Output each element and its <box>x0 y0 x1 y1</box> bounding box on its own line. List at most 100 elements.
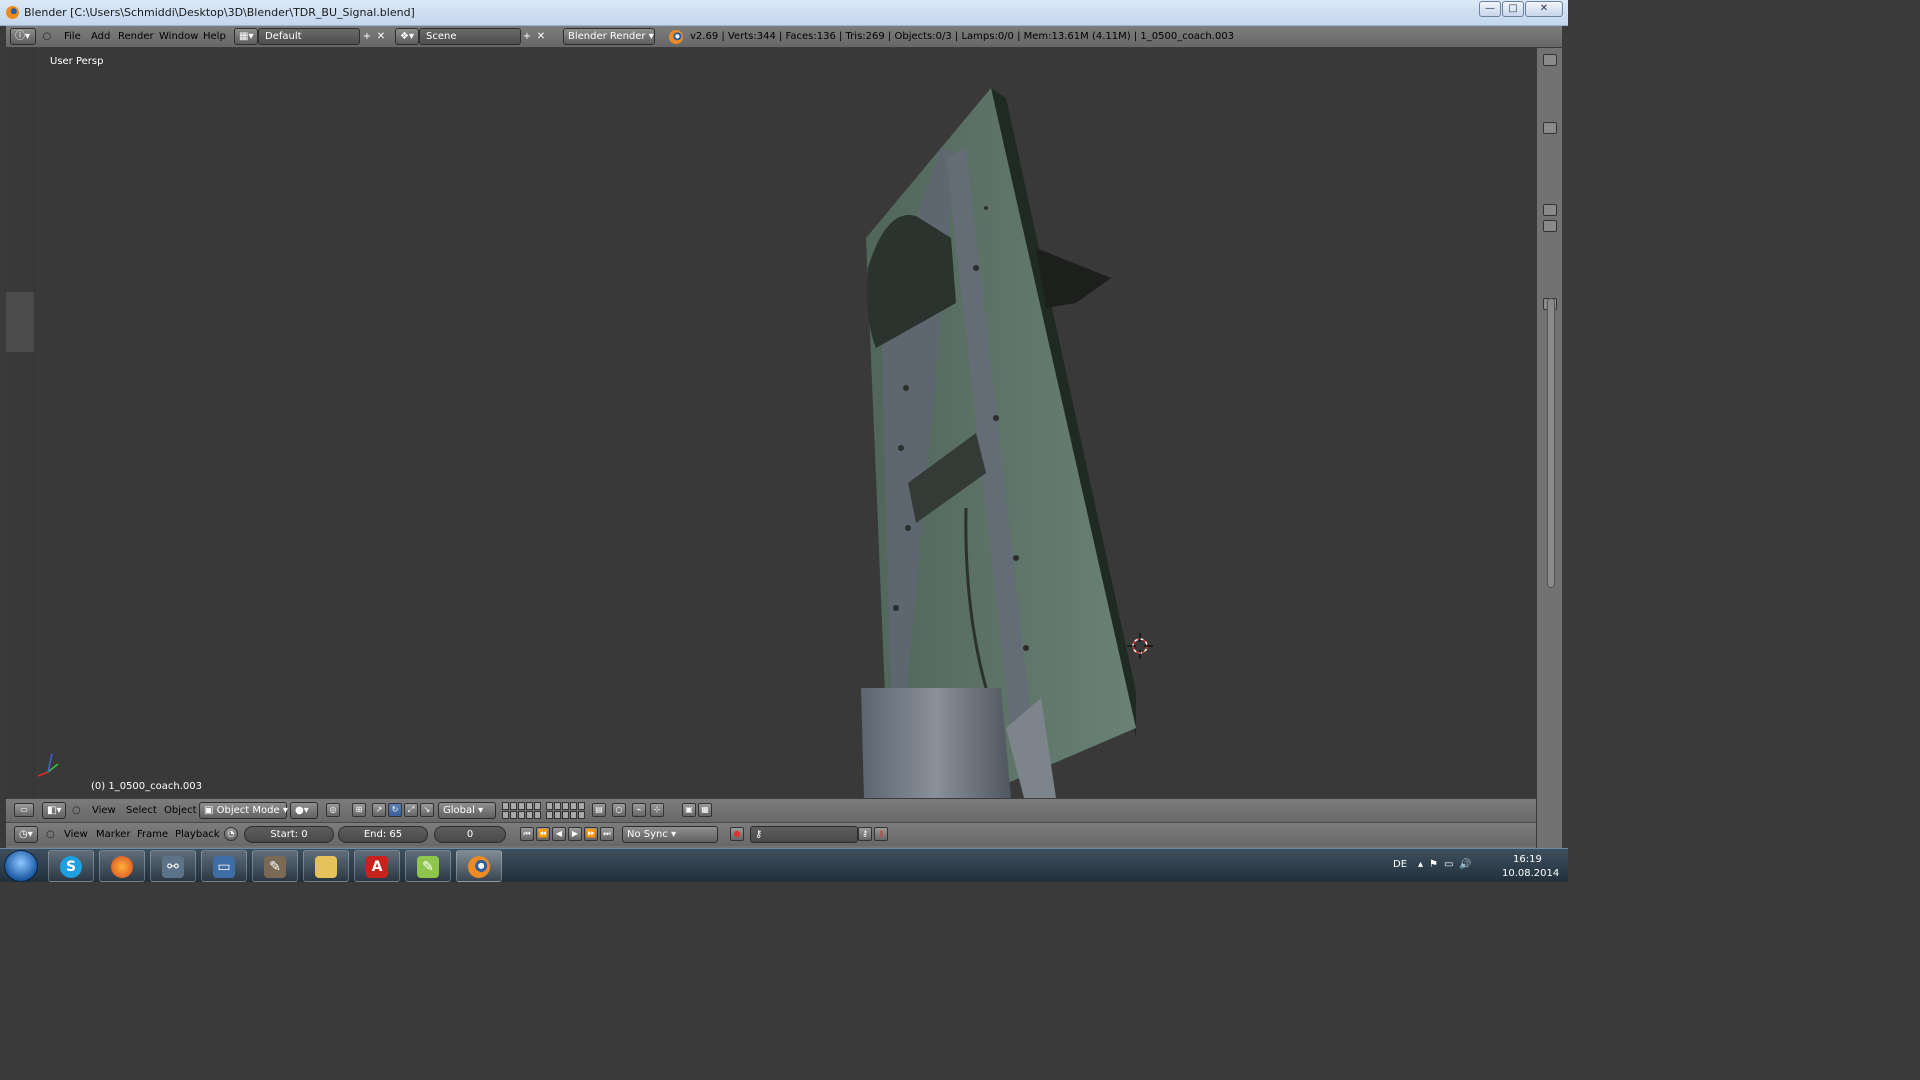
3d-cursor-icon[interactable] <box>1127 633 1153 659</box>
taskbar-network[interactable]: ⚯ <box>150 850 196 882</box>
rotate-icon[interactable]: ↻ <box>388 803 402 817</box>
window-titlebar: Blender [C:\Users\Schmiddi\Desktop\3D\Bl… <box>0 0 1568 26</box>
jump-start-icon[interactable]: ⏮ <box>520 827 534 841</box>
keying-set-field[interactable]: ⚷ <box>750 826 858 843</box>
current-frame-field[interactable]: 0 <box>434 826 506 843</box>
remove-screen-icon[interactable]: ✕ <box>374 29 388 44</box>
snap-toggle-icon[interactable]: ⌁ <box>632 803 646 817</box>
collapse-menu-icon[interactable]: ○ <box>40 29 54 44</box>
clock-date[interactable]: 10.08.2014 <box>1502 868 1559 879</box>
network-icon: ⚯ <box>162 856 184 878</box>
screen-layout-field[interactable]: Default <box>258 28 360 45</box>
editor-type-icon[interactable]: ▭ <box>14 803 34 817</box>
menu-help[interactable]: Help <box>203 31 226 42</box>
taskbar-skype[interactable]: S <box>48 850 94 882</box>
menu-playback[interactable]: Playback <box>175 829 220 840</box>
taskbar-explorer-window[interactable]: ▭ <box>201 850 247 882</box>
outliner-icon[interactable] <box>1543 54 1557 66</box>
layers-group-2[interactable] <box>546 802 585 819</box>
gimp-icon: ✎ <box>264 856 286 878</box>
transform-tool-icon[interactable]: ↘ <box>420 803 434 817</box>
signal-model[interactable] <box>846 88 1136 798</box>
play-reverse-icon[interactable]: ◀ <box>552 827 566 841</box>
orientation-label: Global <box>443 805 475 816</box>
translate-icon[interactable]: ↗ <box>372 803 386 817</box>
manipulator-icon[interactable]: ⊞ <box>352 803 366 817</box>
input-language[interactable]: DE <box>1393 859 1407 870</box>
blender-icon <box>468 856 490 878</box>
scene-icon[interactable]: ❖▾ <box>395 28 419 45</box>
toolshelf-collapsed[interactable] <box>6 48 34 798</box>
play-icon[interactable]: ▶ <box>568 827 582 841</box>
preview-range-icon[interactable]: ◔ <box>224 827 238 841</box>
start-button[interactable] <box>4 850 38 882</box>
menu-view[interactable]: View <box>64 829 88 840</box>
jump-keyframe-back-icon[interactable]: ⏪ <box>536 827 550 841</box>
skype-icon: S <box>60 856 82 878</box>
taskbar-adobe-reader[interactable]: A <box>354 850 400 882</box>
properties-scrollbar[interactable] <box>1547 298 1555 588</box>
collapse-menu-icon[interactable]: ○ <box>72 805 81 816</box>
scene-field[interactable]: Scene <box>419 28 521 45</box>
maximize-button[interactable]: □ <box>1502 1 1524 17</box>
3d-view-editor-icon[interactable]: ◧▾ <box>42 802 66 819</box>
menu-frame[interactable]: Frame <box>137 829 168 840</box>
add-screen-icon[interactable]: + <box>360 29 374 44</box>
system-tray-icons[interactable]: ▴⚑▭🔊 <box>1418 859 1478 870</box>
minimize-button[interactable]: — <box>1479 1 1501 17</box>
opengl-render-animation-icon[interactable]: ▦ <box>698 803 712 817</box>
menu-add[interactable]: Add <box>91 31 110 42</box>
sync-mode-dropdown[interactable]: No Sync ▾ <box>622 826 718 843</box>
menu-select[interactable]: Select <box>126 805 157 816</box>
insert-keyframe-icon[interactable]: ⚷ <box>858 827 872 841</box>
taskbar-notepad-plus[interactable]: ✎ <box>405 850 451 882</box>
jump-end-icon[interactable]: ⏭ <box>600 827 614 841</box>
menu-file[interactable]: File <box>64 31 81 42</box>
restrict-render-icon[interactable] <box>1543 220 1557 232</box>
restrict-render-icon[interactable] <box>1543 204 1557 216</box>
menu-object[interactable]: Object <box>164 805 197 816</box>
blender-app: ⓘ▾ ○ File Add Render Window Help ▦▾ Defa… <box>6 26 1562 848</box>
snap-element-icon[interactable]: ⊹ <box>650 803 664 817</box>
timeline-header: ◷▾ ○ View Marker Frame Playback ◔ Start:… <box>6 822 1536 846</box>
3d-viewport[interactable]: User Persp (0) 1_0500_coach.003 <box>6 48 1536 798</box>
delete-keyframe-icon[interactable]: ⚷ <box>874 827 888 841</box>
scale-icon[interactable]: ⤢ <box>404 803 418 817</box>
menu-render[interactable]: Render <box>118 31 154 42</box>
menu-window[interactable]: Window <box>159 31 198 42</box>
remove-scene-icon[interactable]: ✕ <box>534 29 548 44</box>
jump-keyframe-forward-icon[interactable]: ⏩ <box>584 827 598 841</box>
menu-marker[interactable]: Marker <box>96 829 131 840</box>
layers-group-1[interactable] <box>502 802 541 819</box>
taskbar-gimp[interactable]: ✎ <box>252 850 298 882</box>
taskbar-firefox[interactable] <box>99 850 145 882</box>
active-object-label: (0) 1_0500_coach.003 <box>91 781 203 792</box>
viewport-shading-dropdown[interactable]: ●▾ <box>290 802 318 819</box>
end-frame-field[interactable]: End: 65 <box>338 826 428 843</box>
notepad-icon: ✎ <box>417 856 439 878</box>
transform-orientation-dropdown[interactable]: Global ▾ <box>438 802 496 819</box>
collapse-menu-icon[interactable]: ○ <box>46 829 55 840</box>
proportional-edit-icon[interactable]: ○ <box>612 803 626 817</box>
timeline-editor-icon[interactable]: ◷▾ <box>14 826 38 843</box>
add-scene-icon[interactable]: + <box>520 29 534 44</box>
window-icon: ▭ <box>213 856 235 878</box>
sync-label: No Sync <box>627 829 668 840</box>
record-icon[interactable]: ● <box>730 827 744 841</box>
taskbar-file-explorer[interactable] <box>303 850 349 882</box>
taskbar-blender[interactable] <box>456 850 502 882</box>
opengl-render-icon[interactable]: ▣ <box>682 803 696 817</box>
editor-type-info-icon[interactable]: ⓘ▾ <box>10 28 36 45</box>
render-engine-dropdown[interactable]: Blender Render ▾ <box>563 28 655 45</box>
mode-dropdown[interactable]: ▣ Object Mode ▾ <box>199 802 288 819</box>
restrict-render-icon[interactable] <box>1543 122 1557 134</box>
properties-strip <box>1536 48 1562 848</box>
start-frame-field[interactable]: Start: 0 <box>244 826 334 843</box>
clock-time[interactable]: 16:19 <box>1513 854 1542 865</box>
screen-layout-icon[interactable]: ▦▾ <box>234 28 258 45</box>
toolshelf-tab[interactable] <box>6 292 34 352</box>
menu-view[interactable]: View <box>92 805 116 816</box>
pivot-point-icon[interactable]: ◎ <box>326 803 340 817</box>
close-button[interactable]: ✕ <box>1525 1 1563 17</box>
lock-camera-icon[interactable]: ▤ <box>592 803 606 817</box>
